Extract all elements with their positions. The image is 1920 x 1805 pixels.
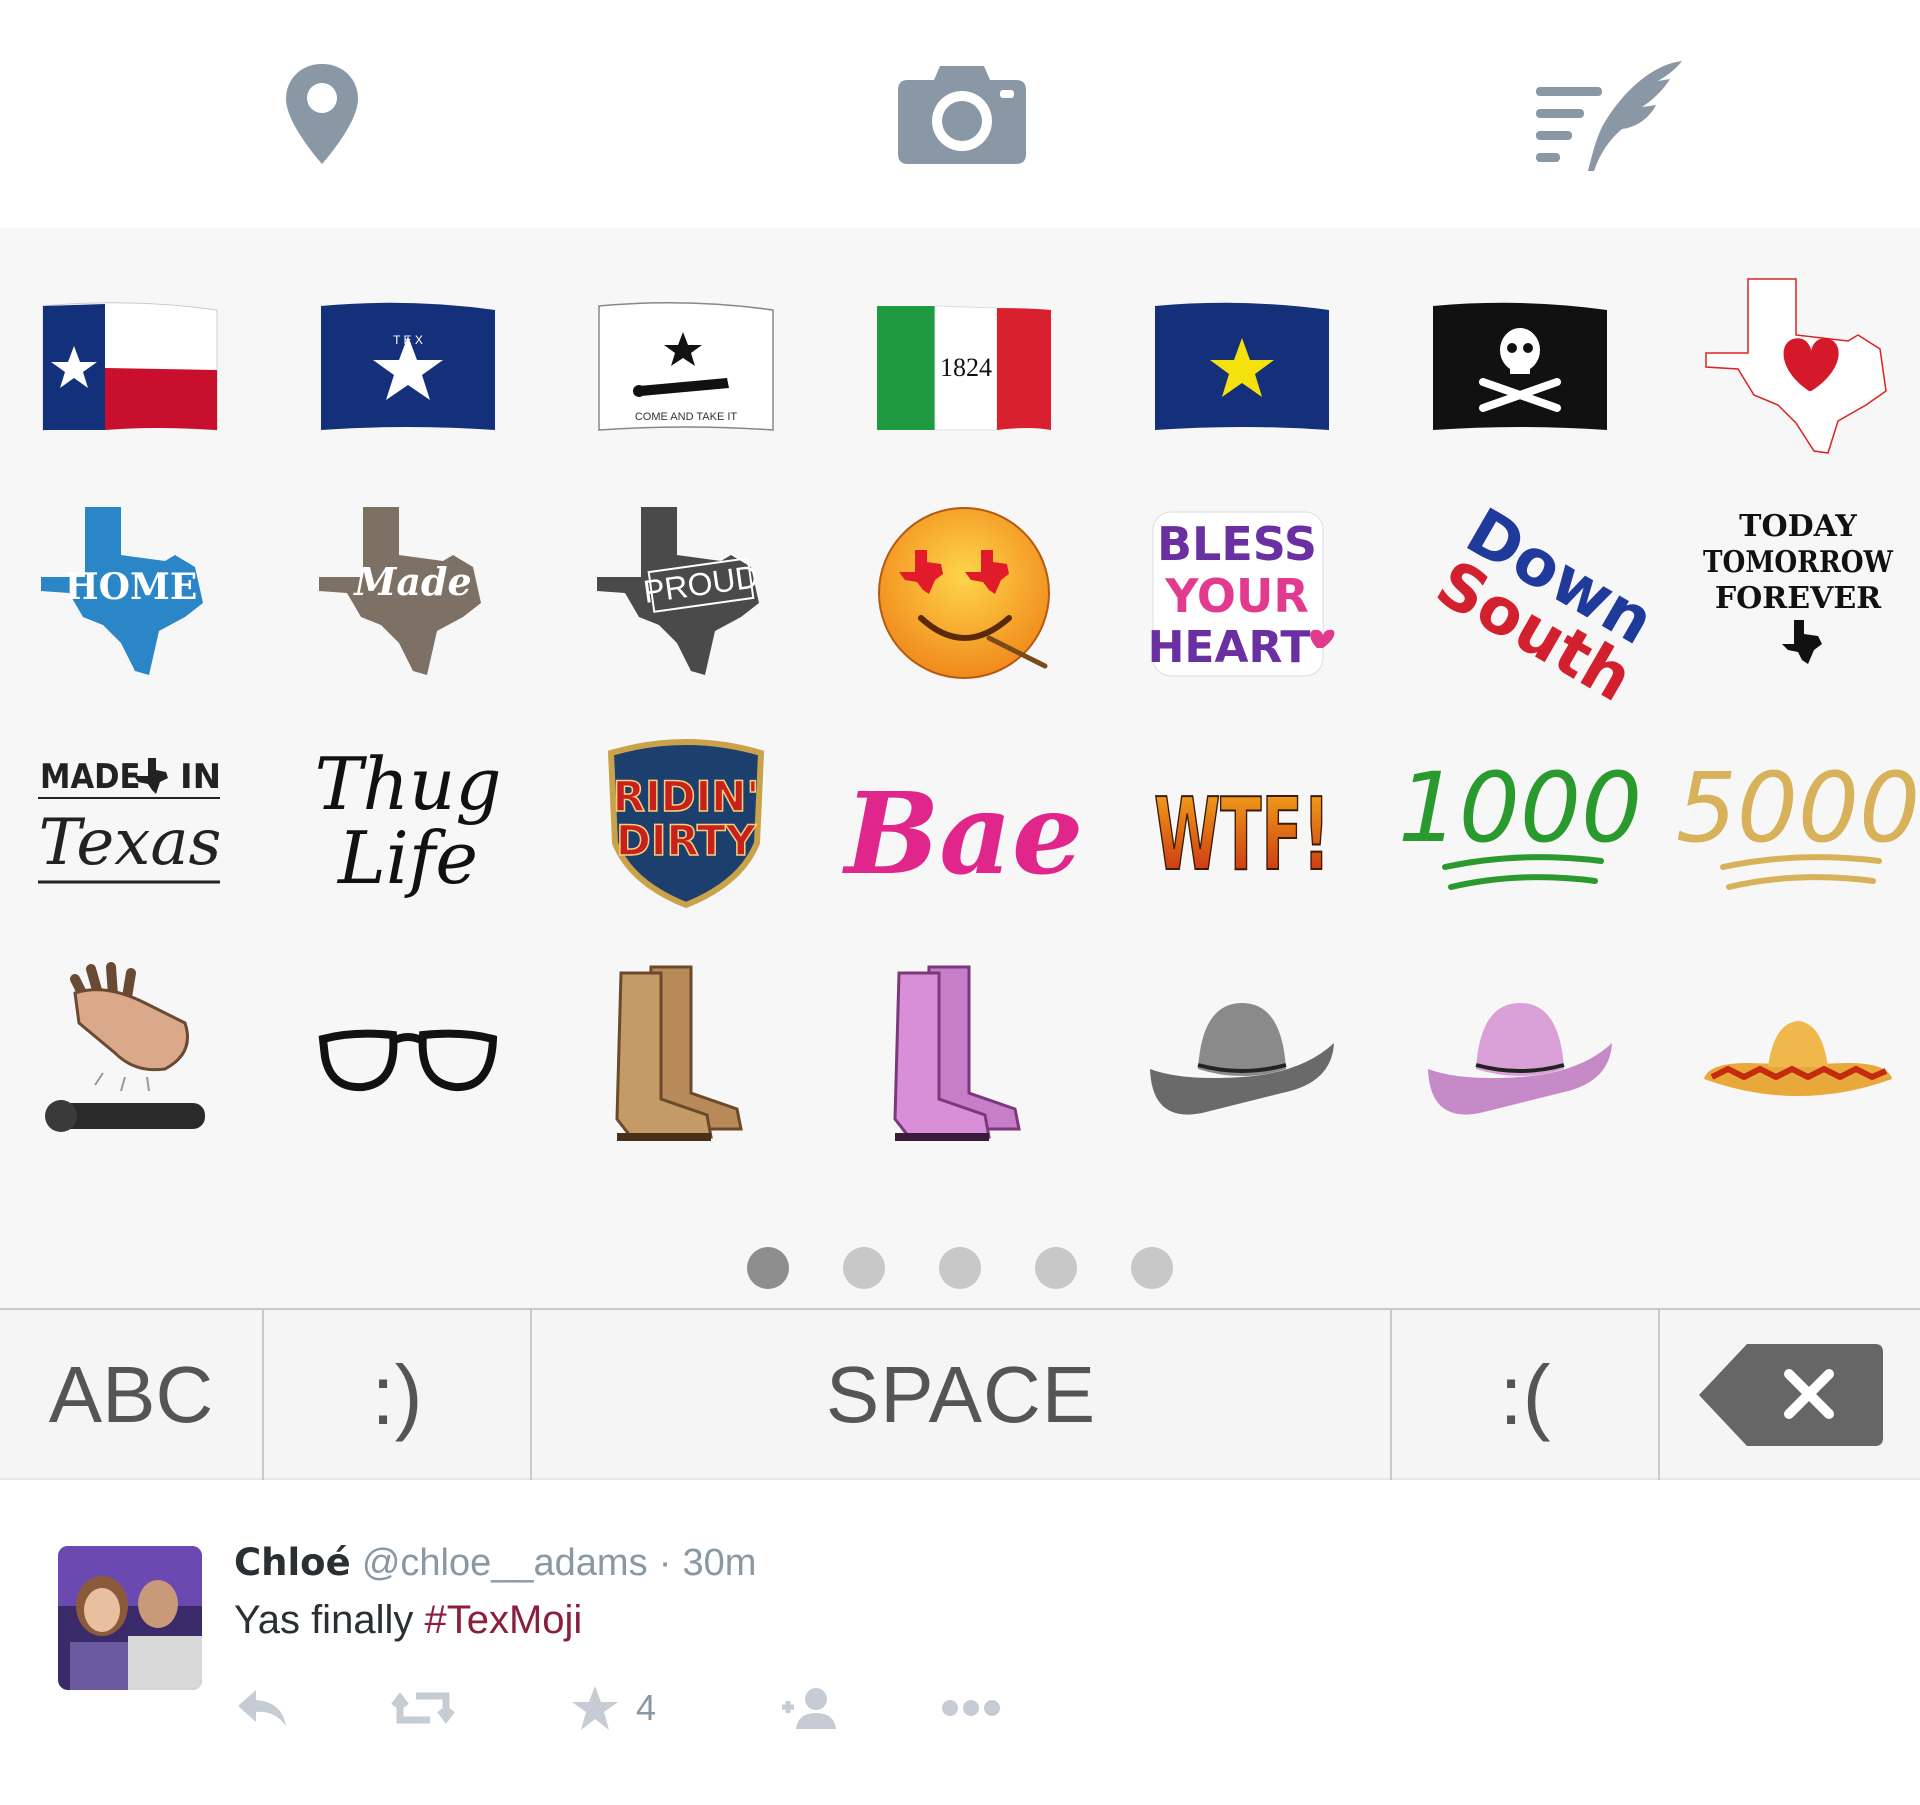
come-and-take-it-flag-emoji[interactable]: COME AND TAKE IT — [566, 253, 806, 483]
abc-key[interactable]: ABC — [0, 1310, 264, 1480]
texas-heart-emoji[interactable] — [1678, 253, 1918, 483]
delete-key[interactable] — [1660, 1310, 1920, 1480]
dirty-text: DIRTY — [616, 816, 757, 865]
texas-word-text: Texas — [39, 806, 222, 880]
svg-text:T E X: T E X — [393, 333, 423, 347]
texas-made-emoji[interactable]: Made — [288, 478, 528, 708]
bae-text: Bae — [842, 769, 1084, 900]
sombrero-emoji[interactable] — [1678, 938, 1918, 1168]
texmoji-screen: T E X COME AND TAKE IT 1824 HOME Made PR… — [0, 0, 1920, 1805]
tweet-actions: 4 — [234, 1678, 1134, 1738]
made-in-texas-emoji[interactable]: MADE IN Texas — [10, 708, 250, 938]
separator-dot: · — [658, 1542, 672, 1584]
camera-icon — [898, 66, 1026, 164]
gray-cowboy-hat-emoji[interactable] — [1122, 938, 1362, 1168]
more-dots-icon — [942, 1700, 1000, 1716]
pirate-flag-emoji[interactable] — [1400, 253, 1640, 483]
keyboard-key-row: ABC :) SPACE :( — [0, 1308, 1920, 1480]
bae-emoji[interactable]: Bae — [842, 708, 1084, 938]
user-handle[interactable]: @chloe__adams — [362, 1542, 648, 1584]
thug-life-emoji[interactable]: Thug Life — [288, 708, 528, 938]
ridin-dirty-emoji[interactable]: RIDIN' DIRTY — [566, 708, 806, 938]
retweet-icon — [391, 1692, 455, 1724]
sad-key[interactable]: :( — [1392, 1310, 1660, 1480]
page-dot-5[interactable] — [1131, 1247, 1173, 1289]
page-dot-1[interactable] — [747, 1247, 789, 1289]
pink-cowboy-hat-emoji[interactable] — [1400, 938, 1640, 1168]
zavala-flag-emoji[interactable]: T E X — [288, 253, 528, 483]
tweet-header: Chloé @chloe__adams · 30m — [234, 1540, 756, 1585]
life-text: Life — [336, 816, 478, 900]
space-key[interactable]: SPACE — [532, 1310, 1392, 1480]
home-text: HOME — [65, 566, 198, 608]
compose-quill-icon — [1536, 61, 1682, 171]
ridin-text: RIDIN' — [613, 772, 759, 821]
texas-flag-emoji[interactable] — [10, 253, 250, 483]
texas-proud-emoji[interactable]: PROUD — [566, 478, 806, 708]
compose-button[interactable] — [1510, 40, 1710, 190]
texas-eyes-smiley-emoji[interactable] — [844, 478, 1084, 708]
burnet-flag-emoji[interactable] — [1122, 253, 1362, 483]
page-dot-2[interactable] — [843, 1247, 885, 1289]
made-text: Made — [352, 559, 471, 604]
reply-button[interactable] — [234, 1678, 290, 1738]
1000-emoji[interactable]: 1000 — [1398, 708, 1642, 938]
smile-key[interactable]: :) — [264, 1310, 532, 1480]
tweet: Chloé @chloe__adams · 30m Yas finally #T… — [0, 1480, 1920, 1805]
favorite-count: 4 — [636, 1687, 657, 1728]
come-and-take-it-text: COME AND TAKE IT — [635, 411, 738, 423]
reply-icon — [238, 1690, 286, 1726]
wtf-emoji[interactable]: WTF! — [1122, 708, 1362, 938]
thug-text: Thug — [315, 742, 502, 826]
brown-boots-emoji[interactable] — [566, 938, 806, 1168]
1824-flag-emoji[interactable]: 1824 — [844, 253, 1084, 483]
user-name[interactable]: Chloé — [234, 1541, 351, 1584]
page-dot-4[interactable] — [1035, 1247, 1077, 1289]
tweet-time[interactable]: 30m — [682, 1542, 756, 1584]
bless-your-heart-emoji[interactable]: BLESS YOUR HEART — [1122, 478, 1362, 708]
made-word-text: MADE — [40, 757, 140, 797]
hashtag-link[interactable]: #TexMoji — [424, 1598, 582, 1642]
retweet-button[interactable] — [390, 1678, 456, 1738]
location-pin-icon — [286, 64, 358, 164]
in-word-text: IN — [180, 757, 221, 797]
camera-button[interactable] — [862, 40, 1062, 190]
mic-drop-hand-emoji[interactable] — [10, 938, 250, 1168]
texas-home-emoji[interactable]: HOME — [10, 478, 250, 708]
1824-text: 1824 — [940, 353, 992, 382]
follow-icon — [782, 1688, 836, 1729]
down-south-emoji[interactable]: Down South — [1400, 478, 1666, 717]
page-dot-3[interactable] — [939, 1247, 981, 1289]
forever-text: FOREVER — [1715, 581, 1882, 616]
tweet-text: Yas finally #TexMoji — [234, 1598, 582, 1643]
glasses-emoji[interactable] — [288, 938, 528, 1168]
top-toolbar — [0, 0, 1920, 228]
follow-button[interactable] — [780, 1678, 842, 1738]
more-button[interactable] — [940, 1678, 1002, 1738]
today-text: TODAY — [1739, 509, 1857, 544]
page-indicator — [0, 1228, 1920, 1308]
avatar[interactable] — [58, 1546, 202, 1690]
favorite-button[interactable]: 4 — [570, 1678, 656, 1738]
1000-text: 1000 — [1398, 752, 1642, 864]
backspace-icon — [1699, 1344, 1883, 1446]
today-tomorrow-forever-emoji[interactable]: TODAY TOMORROW FOREVER — [1678, 478, 1918, 708]
5000-text: 5000 — [1676, 752, 1920, 864]
pink-boots-emoji[interactable] — [844, 938, 1084, 1168]
star-icon — [572, 1686, 618, 1730]
tweet-body: Yas finally — [234, 1598, 414, 1642]
tomorrow-text: TOMORROW — [1703, 545, 1894, 580]
location-button[interactable] — [222, 40, 422, 190]
wtf-text: WTF! — [1154, 776, 1330, 893]
emoji-keyboard-panel: T E X COME AND TAKE IT 1824 HOME Made PR… — [0, 228, 1920, 1308]
heart-text: HEART — [1148, 622, 1311, 673]
5000-emoji[interactable]: 5000 — [1676, 708, 1920, 938]
your-text: YOUR — [1164, 569, 1309, 623]
bless-text: BLESS — [1157, 517, 1317, 571]
